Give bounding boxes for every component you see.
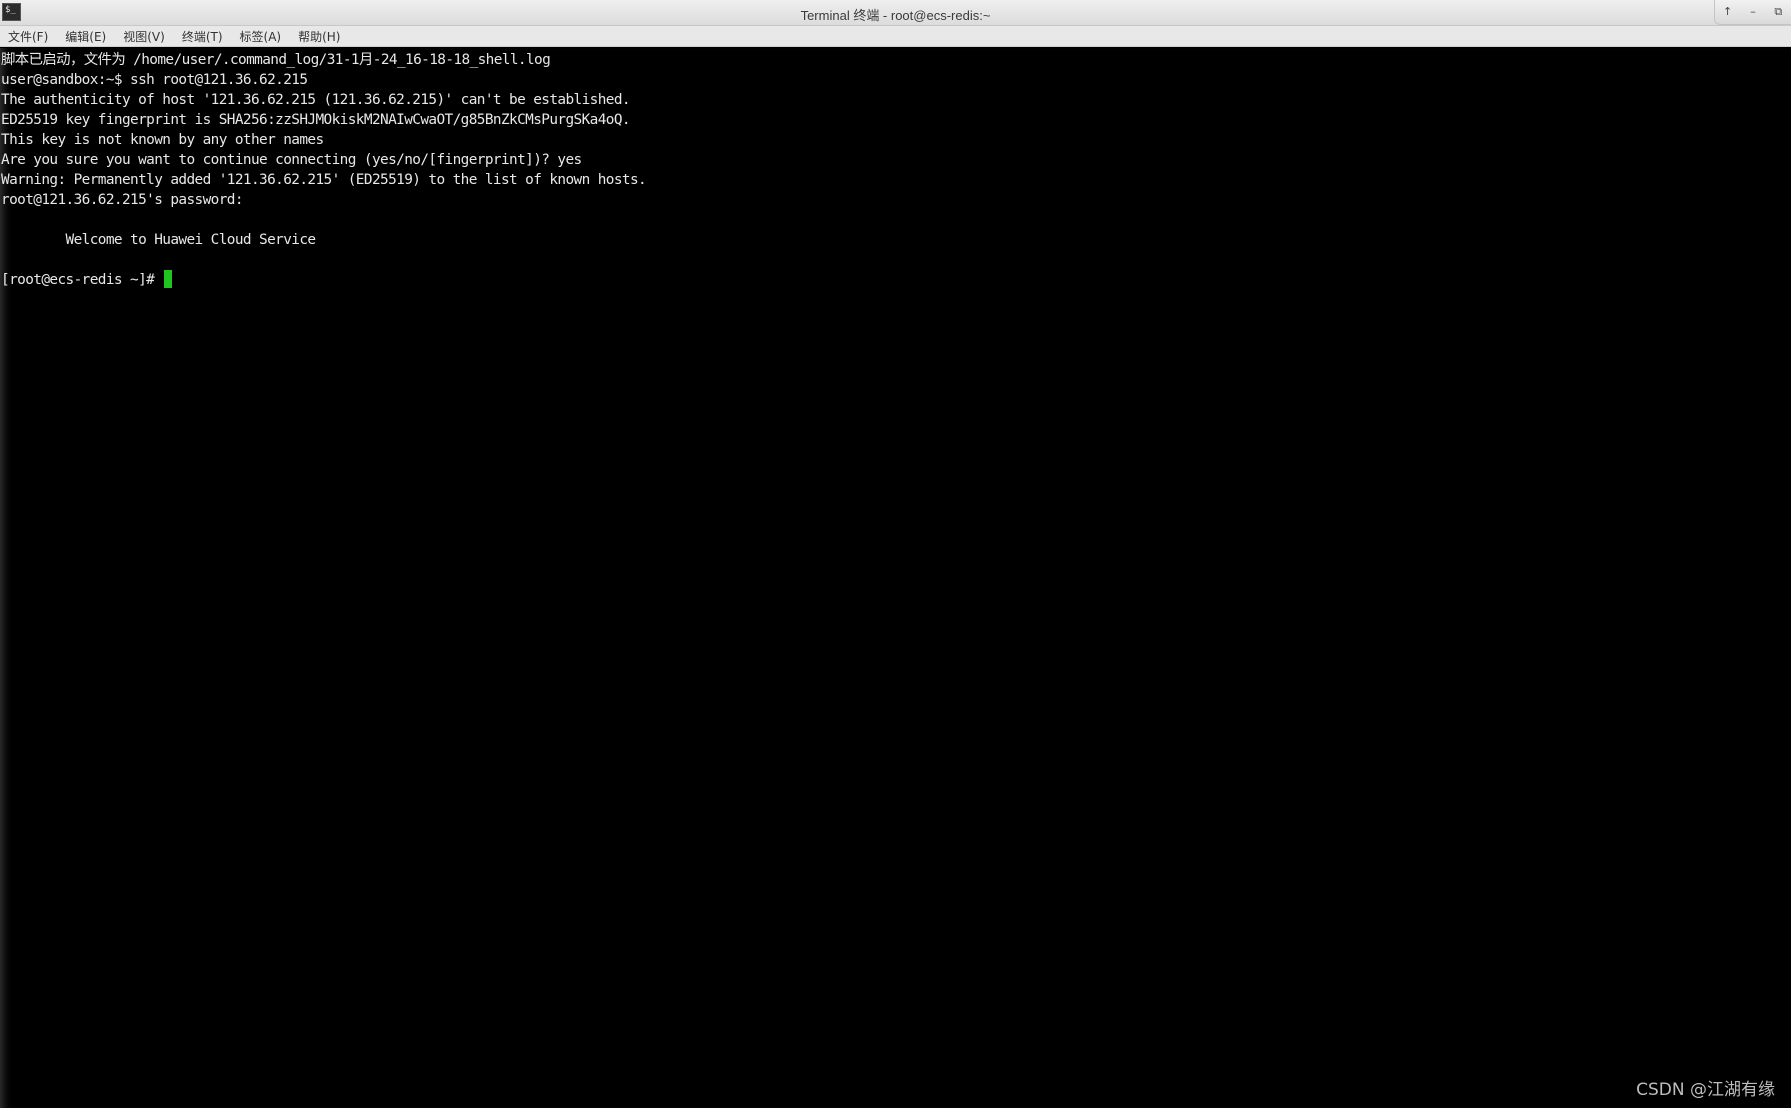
menu-tabs[interactable]: 标签(A) (240, 28, 282, 45)
terminal-line: user@sandbox:~$ ssh root@121.36.62.215 (1, 72, 308, 88)
maximize-up-icon[interactable]: ↑ (1719, 3, 1737, 21)
menu-bar: 文件(F) 编辑(E) 视图(V) 终端(T) 标签(A) 帮助(H) (0, 26, 1791, 47)
terminal-line: The authenticity of host '121.36.62.215 … (1, 92, 631, 108)
menu-terminal[interactable]: 终端(T) (182, 28, 223, 45)
menu-file[interactable]: 文件(F) (8, 28, 48, 45)
terminal-line: root@121.36.62.215's password: (1, 192, 244, 208)
terminal-line: ED25519 key fingerprint is SHA256:zzSHJM… (1, 112, 631, 128)
terminal-line: Welcome to Huawei Cloud Service (1, 232, 317, 248)
restore-icon[interactable]: ⧉ (1769, 3, 1787, 21)
terminal-window: $_ Terminal 终端 - root@ecs-redis:~ ↑ – ⧉ … (0, 0, 1791, 1108)
window-title: Terminal 终端 - root@ecs-redis:~ (800, 8, 991, 23)
minimize-icon[interactable]: – (1744, 3, 1762, 21)
text-cursor (164, 270, 173, 288)
terminal-line: Are you sure you want to continue connec… (1, 152, 582, 168)
terminal-prompt-line[interactable]: [root@ecs-redis ~]# (1, 270, 173, 290)
menu-edit[interactable]: 编辑(E) (65, 28, 106, 45)
window-controls: ↑ – ⧉ (1714, 0, 1791, 25)
shell-prompt: [root@ecs-redis ~]# (1, 272, 163, 288)
menu-view[interactable]: 视图(V) (123, 28, 165, 45)
title-bar[interactable]: $_ Terminal 终端 - root@ecs-redis:~ ↑ – ⧉ (0, 0, 1791, 26)
terminal-output[interactable]: 脚本已启动，文件为 /home/user/.command_log/31-1月-… (0, 48, 1791, 1108)
terminal-line: 脚本已启动，文件为 /home/user/.command_log/31-1月-… (1, 52, 551, 68)
terminal-line: This key is not known by any other names (1, 132, 324, 148)
watermark: CSDN @江湖有缘 (1636, 1080, 1775, 1100)
terminal-line: Warning: Permanently added '121.36.62.21… (1, 172, 647, 188)
menu-help[interactable]: 帮助(H) (298, 28, 340, 45)
